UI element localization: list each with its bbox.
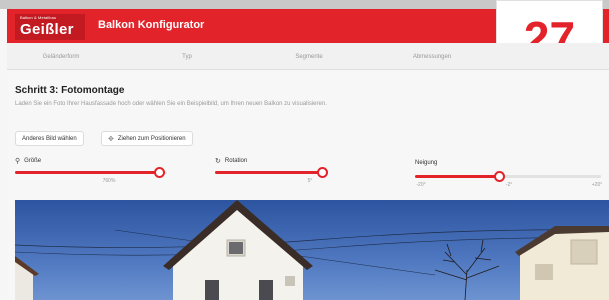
- rotation-slider[interactable]: [215, 167, 328, 178]
- drag-position-label: Ziehen zum Positionieren: [117, 135, 186, 142]
- step-navigation: Geländerform Typ Segmente Abmessungen: [7, 43, 609, 70]
- tilt-slider[interactable]: [415, 171, 601, 182]
- change-image-label: Anderes Bild wählen: [22, 135, 77, 142]
- company-logo[interactable]: Balkon & Metallbau Geißler: [15, 14, 85, 40]
- step-segmente[interactable]: Segmente: [295, 54, 322, 60]
- size-slider-fill: [15, 171, 160, 174]
- logo-wordmark: Geißler: [20, 21, 74, 38]
- step-typ[interactable]: Typ: [182, 54, 192, 60]
- facade-photo[interactable]: [15, 200, 609, 300]
- move-icon: ✥: [108, 135, 114, 143]
- rotation-label: Rotation: [224, 158, 248, 164]
- rotate-icon: ↻: [215, 158, 221, 165]
- step-abmessungen[interactable]: Abmessungen: [413, 54, 451, 60]
- size-slider[interactable]: [15, 167, 167, 178]
- size-label: Größe: [24, 158, 42, 164]
- logo-tagline: Balkon & Metallbau: [20, 15, 57, 20]
- drag-position-button[interactable]: ✥ Ziehen zum Positionieren: [101, 131, 193, 146]
- zoom-icon: ⚲: [15, 158, 21, 165]
- rotation-slider-fill: [215, 171, 322, 174]
- page-title: Schritt 3: Fotomontage: [15, 85, 125, 96]
- size-slider-handle[interactable]: [154, 167, 166, 178]
- tilt-slider-handle[interactable]: [493, 171, 505, 182]
- size-value: 760%: [102, 178, 116, 184]
- app-title: Balkon Konfigurator: [98, 19, 205, 31]
- change-image-button[interactable]: Anderes Bild wählen: [15, 131, 84, 146]
- tilt-max: +20°: [591, 182, 603, 188]
- tilt-value: -2°: [505, 182, 513, 188]
- tilt-slider-fill: [415, 175, 499, 178]
- facade-photo-image: [15, 200, 609, 300]
- size-label-row: ⚲ Größe: [15, 157, 41, 165]
- step-gelaenderform[interactable]: Geländerform: [43, 54, 80, 60]
- rotation-label-row: ↻ Rotation: [215, 157, 247, 165]
- rotation-value: 5°: [307, 178, 313, 184]
- main-content: Schritt 3: Fotomontage Laden Sie ein Fot…: [7, 70, 609, 300]
- section-description: Laden Sie ein Foto Ihrer Hausfassade hoc…: [15, 101, 327, 107]
- tilt-label-row: Neigung: [415, 160, 437, 166]
- tilt-label: Neigung: [415, 160, 438, 166]
- tilt-min: -20°: [416, 182, 426, 188]
- rotation-slider-handle[interactable]: [316, 167, 328, 178]
